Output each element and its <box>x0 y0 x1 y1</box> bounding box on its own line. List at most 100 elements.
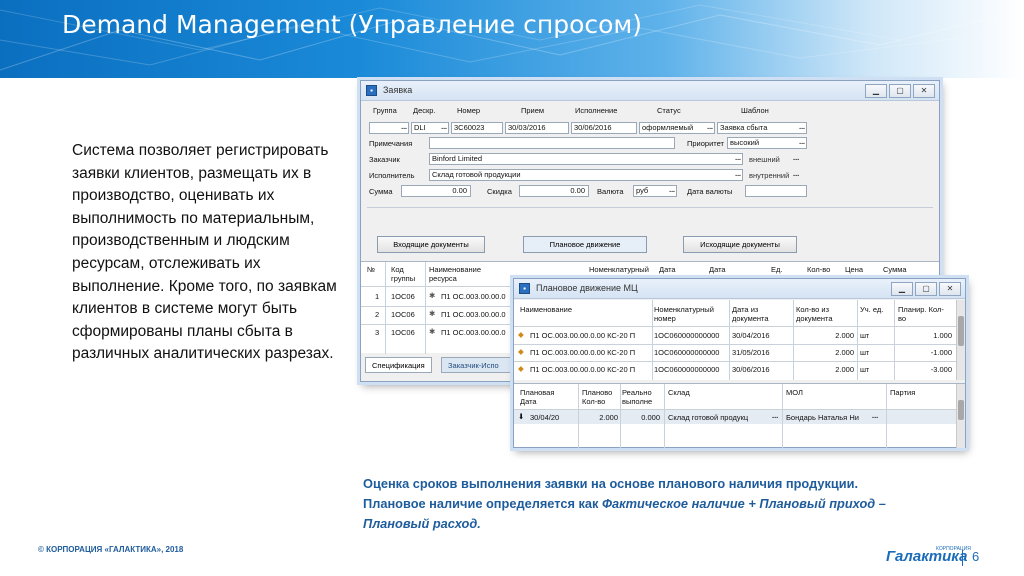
label-status: Статус <box>657 106 681 115</box>
plan-grid-scrollbar[interactable] <box>956 300 965 380</box>
col-divider <box>425 262 426 354</box>
mol-select[interactable]: ... <box>872 411 878 420</box>
customer-type: внешний <box>749 155 780 164</box>
row-unit: шт <box>860 348 870 357</box>
maximize-icon[interactable]: ▢ <box>915 282 937 296</box>
plan-detail-grid: Плановая Дата Планово Кол-во Реально вып… <box>514 383 965 448</box>
label-descr: Дескр. <box>413 106 436 115</box>
sum-field[interactable]: 0.00 <box>401 185 471 197</box>
col-header[interactable]: Кол-во <box>807 265 830 274</box>
tool-icon: ✱ <box>429 291 436 300</box>
row-name: П1 ОС.003.00.00.0 <box>441 292 506 301</box>
descr-field[interactable]: DLI... <box>411 122 449 134</box>
minimize-icon[interactable]: ▁ <box>865 84 887 98</box>
row-mol: Бондарь Наталья Ни <box>786 413 859 422</box>
col-header[interactable]: № <box>367 265 375 274</box>
col-header[interactable]: Наименование ресурса <box>429 265 509 283</box>
receipt-date-field[interactable]: 30/03/2016 <box>505 122 569 134</box>
row-plan: -3.000 <box>930 365 952 374</box>
col-header[interactable]: Дата <box>659 265 676 274</box>
close-icon[interactable]: ✕ <box>939 282 961 296</box>
outgoing-documents-button[interactable]: Исходящие документы <box>683 236 797 253</box>
order-window-titlebar[interactable]: ▪ Заявка ▁ ▢ ✕ <box>361 81 939 101</box>
detail-grid-scrollbar[interactable] <box>956 384 965 448</box>
label-priority: Приоритет <box>687 139 724 148</box>
tab-specification[interactable]: Спецификация <box>365 357 432 373</box>
order-window-title: Заявка <box>383 85 413 95</box>
number-field[interactable]: 3С60023 <box>451 122 503 134</box>
row-divider <box>514 361 956 362</box>
row-unit: шт <box>860 331 870 340</box>
col-header[interactable]: Плановая Дата <box>520 388 560 406</box>
col-header[interactable]: Сумма <box>883 265 907 274</box>
status-field[interactable]: оформляемый... <box>639 122 715 134</box>
col-header[interactable]: Дата <box>709 265 726 274</box>
col-divider <box>664 384 665 448</box>
col-divider <box>886 384 887 448</box>
col-header[interactable]: Уч. ед. <box>860 305 890 314</box>
label-discount: Скидка <box>487 187 512 196</box>
page-number: 6 <box>972 549 980 564</box>
plan-window-titlebar[interactable]: ▪ Плановое движение МЦ ▁ ▢ ✕ <box>514 279 965 299</box>
label-executor: Исполнитель <box>369 171 415 180</box>
group-field[interactable]: ... <box>369 122 409 134</box>
label-group: Группа <box>373 106 397 115</box>
row-warehouse: Склад готовой продукц <box>668 413 749 422</box>
col-header[interactable]: Склад <box>668 388 690 397</box>
col-header[interactable]: Код группы <box>391 265 425 283</box>
caption-formula: Фактическое наличие + Плановый приход – <box>601 496 886 511</box>
col-divider <box>793 300 794 380</box>
col-header[interactable]: Ед. <box>771 265 782 274</box>
priority-field[interactable]: высокий... <box>727 137 807 149</box>
row-qty: 2.000 <box>835 348 854 357</box>
customer-type-select[interactable]: ... <box>793 153 799 162</box>
customer-field[interactable]: Binford Limited... <box>429 153 743 165</box>
incoming-documents-button[interactable]: Входящие документы <box>377 236 485 253</box>
executor-field[interactable]: Склад готовой продукции... <box>429 169 743 181</box>
label-notes: Примечания <box>369 139 413 148</box>
row-number: 2 <box>375 310 380 319</box>
arrow-down-icon: ⬇ <box>518 412 525 421</box>
label-customer: Заказчик <box>369 155 400 164</box>
tab-customer-executor[interactable]: Заказчик-Испо <box>441 357 513 373</box>
row-real-qty: 0.000 <box>641 413 660 422</box>
row-name: П1 ОС.003.00.00.0 <box>441 328 506 337</box>
col-header[interactable]: Реально выполне <box>622 388 660 406</box>
col-header[interactable]: Кол-во из документа <box>796 305 858 323</box>
execution-date-field[interactable]: 30/06/2016 <box>571 122 637 134</box>
divider <box>962 550 963 566</box>
notes-field[interactable] <box>429 137 675 149</box>
header-divider <box>514 326 956 327</box>
col-header[interactable]: Планово Кол-во <box>582 388 618 406</box>
currency-field[interactable]: руб... <box>633 185 677 197</box>
col-header[interactable]: Партия <box>890 388 915 397</box>
executor-type-select[interactable]: ... <box>793 169 799 178</box>
col-header[interactable]: Наименование <box>520 305 572 314</box>
label-currency: Валюта <box>597 187 624 196</box>
template-field[interactable]: Заявка сбыта... <box>717 122 807 134</box>
minimize-icon[interactable]: ▁ <box>891 282 913 296</box>
close-icon[interactable]: ✕ <box>913 84 935 98</box>
col-header[interactable]: Цена <box>845 265 863 274</box>
currency-date-field[interactable] <box>745 185 807 197</box>
discount-field[interactable]: 0.00 <box>519 185 589 197</box>
maximize-icon[interactable]: ▢ <box>889 84 911 98</box>
separator <box>367 207 933 208</box>
col-header[interactable]: Номенклатурный номер <box>654 305 724 323</box>
row-nomen: 1ОС060000000000 <box>654 365 720 374</box>
col-header[interactable]: Дата из документа <box>732 305 788 323</box>
tool-icon: ✱ <box>429 327 436 336</box>
col-divider <box>578 384 579 448</box>
warehouse-select[interactable]: ... <box>772 411 778 420</box>
table-row[interactable]: ⬇ 30/04/20 2.000 0.000 Склад готовой про… <box>514 410 956 424</box>
col-header[interactable]: Номенклатурный <box>589 265 649 274</box>
row-unit: шт <box>860 365 870 374</box>
col-header[interactable]: МОЛ <box>786 388 803 397</box>
caption-line-2: Плановое наличие определяется как <box>363 496 602 511</box>
row-number: 1 <box>375 292 380 301</box>
document-icon: ◆ <box>518 347 524 356</box>
planned-movement-button[interactable]: Плановое движение <box>523 236 647 253</box>
col-header[interactable]: Планир. Кол-во <box>898 305 948 323</box>
row-date: 30/04/2016 <box>732 331 770 340</box>
caption-line-1: Оценка сроков выполнения заявки на основ… <box>363 476 859 491</box>
